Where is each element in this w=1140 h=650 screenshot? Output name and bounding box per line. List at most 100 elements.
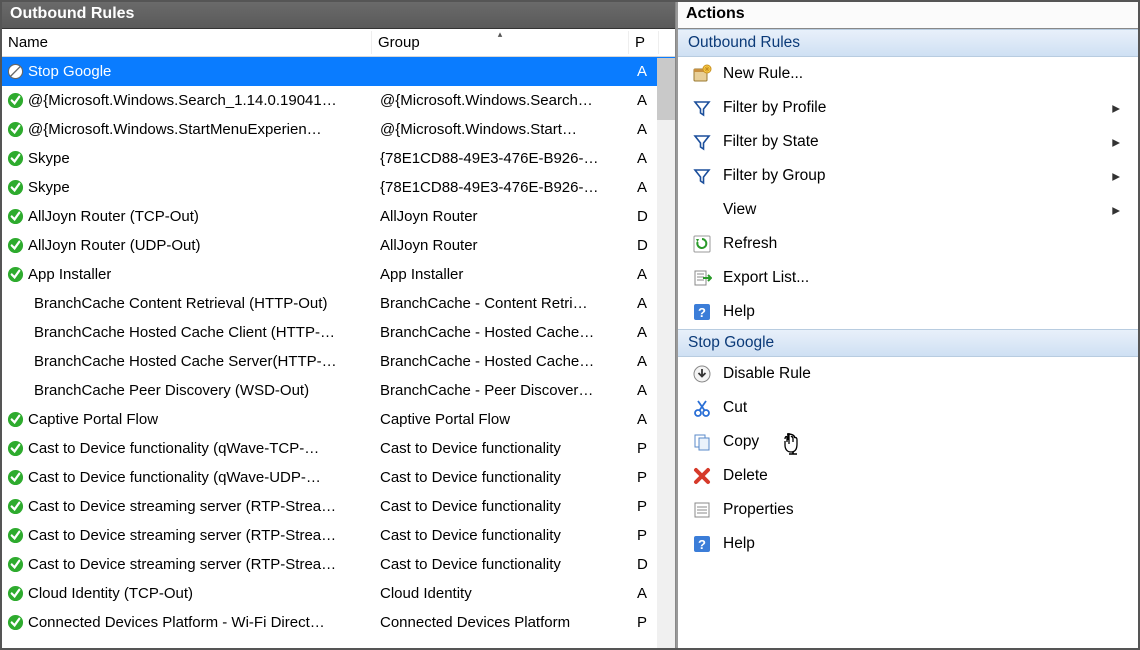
rule-row[interactable]: BranchCache Peer Discovery (WSD-Out)Bran… [2,376,675,405]
rule-profile: A [634,411,658,428]
scrollbar-thumb[interactable] [657,58,675,120]
delete-icon [692,466,712,486]
sort-indicator-icon: ▴ [498,29,503,40]
action-properties[interactable]: Properties [678,493,1138,527]
rule-row[interactable]: BranchCache Hosted Cache Server(HTTP-… Br… [2,347,675,376]
submenu-arrow-icon: ▸ [1112,167,1128,186]
rule-row[interactable]: Skype{78E1CD88-49E3-476E-B926-…A [2,144,675,173]
column-name[interactable]: Name [2,31,372,54]
rule-row[interactable]: @{Microsoft.Windows.Search_1.14.0.19041…… [2,86,675,115]
blank-icon [6,353,30,371]
rule-profile: A [634,353,658,370]
actions-title: Actions [678,2,1138,29]
action-help1[interactable]: ?Help [678,295,1138,329]
rule-name: BranchCache Hosted Cache Client (HTTP-… [34,324,335,341]
action-disable-rule[interactable]: Disable Rule [678,357,1138,391]
rule-name: @{Microsoft.Windows.StartMenuExperien… [28,121,322,138]
rule-group: @{Microsoft.Windows.Search… [377,92,634,109]
submenu-arrow-icon: ▸ [1112,133,1128,152]
action-delete[interactable]: Delete [678,459,1138,493]
rule-name: BranchCache Hosted Cache Server(HTTP-… [34,353,337,370]
rule-row[interactable]: Cloud Identity (TCP-Out)Cloud IdentityA [2,579,675,608]
rule-row[interactable]: Cast to Device streaming server (RTP-Str… [2,521,675,550]
rule-profile: D [634,556,658,573]
column-profile[interactable]: P [629,31,659,54]
rule-name: Cloud Identity (TCP-Out) [28,585,193,602]
rule-row[interactable]: Stop Google A [2,57,675,86]
rule-row[interactable]: Connected Devices Platform - Wi-Fi Direc… [2,608,675,637]
rule-row[interactable]: Cast to Device streaming server (RTP-Str… [2,492,675,521]
export-icon [692,268,712,288]
action-label: Help [723,535,1128,553]
action-export-list[interactable]: Export List... [678,261,1138,295]
action-new-rule[interactable]: New Rule... [678,57,1138,91]
rule-profile: A [634,324,658,341]
rule-group: BranchCache - Hosted Cache… [377,353,634,370]
rule-row[interactable]: BranchCache Content Retrieval (HTTP-Out)… [2,289,675,318]
rule-name: Skype [28,179,70,196]
action-view[interactable]: View▸ [678,193,1138,227]
action-label: Export List... [723,269,1128,287]
rule-row[interactable]: Cast to Device functionality (qWave-UDP-… [2,463,675,492]
check-icon [6,556,24,574]
rule-row[interactable]: Cast to Device streaming server (RTP-Str… [2,550,675,579]
rule-profile: P [634,498,658,515]
action-label: Copy [723,433,1128,451]
rule-row[interactable]: Cast to Device functionality (qWave-TCP-… [2,434,675,463]
action-label: Filter by Group [723,167,1101,185]
check-icon [6,614,24,632]
column-group[interactable]: ▴ Group [372,31,629,54]
action-filter-state[interactable]: Filter by State ▸ [678,125,1138,159]
outbound-rules-panel: Outbound Rules Name ▴ Group P Stop Googl… [2,2,676,648]
rule-name: BranchCache Content Retrieval (HTTP-Out) [34,295,327,312]
action-refresh[interactable]: Refresh [678,227,1138,261]
rule-row[interactable]: @{Microsoft.Windows.StartMenuExperien…@{… [2,115,675,144]
rule-row[interactable]: BranchCache Hosted Cache Client (HTTP-…B… [2,318,675,347]
rule-row[interactable]: AllJoyn Router (UDP-Out)AllJoyn RouterD [2,231,675,260]
check-icon [6,411,24,429]
action-filter-group[interactable]: Filter by Group ▸ [678,159,1138,193]
rule-group: BranchCache - Peer Discover… [377,382,634,399]
action-cut[interactable]: Cut [678,391,1138,425]
copy-icon [692,432,712,452]
scrollbar-track[interactable] [657,58,675,648]
rule-group: Cast to Device functionality [377,440,634,457]
rule-profile: A [634,92,658,109]
rule-group: AllJoyn Router [377,208,634,225]
rule-row[interactable]: App InstallerApp InstallerA [2,260,675,289]
rule-group: Captive Portal Flow [377,411,634,428]
check-icon [6,121,24,139]
rule-group: Cloud Identity [377,585,634,602]
refresh-icon [692,234,712,254]
rule-row[interactable]: AllJoyn Router (TCP-Out)AllJoyn RouterD [2,202,675,231]
cut-icon [692,398,712,418]
rule-profile: A [634,150,658,167]
rule-row[interactable]: Captive Portal FlowCaptive Portal FlowA [2,405,675,434]
blank-icon [6,382,30,400]
rule-group: {78E1CD88-49E3-476E-B926-… [377,179,634,196]
rule-group: App Installer [377,266,634,283]
rule-row[interactable]: Skype {78E1CD88-49E3-476E-B926-…A [2,173,675,202]
action-label: Filter by State [723,133,1101,151]
rules-list[interactable]: Stop GoogleA@{Microsoft.Windows.Search_1… [2,57,675,648]
action-label: View [723,201,1101,219]
action-label: Delete [723,467,1128,485]
rule-group: AllJoyn Router [377,237,634,254]
rule-profile: P [634,440,658,457]
rule-name: Stop Google [28,63,111,80]
check-icon [6,266,24,284]
action-help2[interactable]: ?Help [678,527,1138,561]
actions-body: Outbound RulesNew Rule...Filter by Profi… [678,29,1138,648]
check-icon [6,498,24,516]
action-label: Disable Rule [723,365,1128,383]
block-icon [6,63,24,81]
action-copy[interactable]: Copy [678,425,1138,459]
check-icon [6,440,24,458]
rule-profile: A [634,63,658,80]
check-icon [6,237,24,255]
action-label: Cut [723,399,1128,417]
action-label: Filter by Profile [723,99,1101,117]
rule-profile: A [634,179,658,196]
action-filter-profile[interactable]: Filter by Profile▸ [678,91,1138,125]
rule-profile: A [634,266,658,283]
